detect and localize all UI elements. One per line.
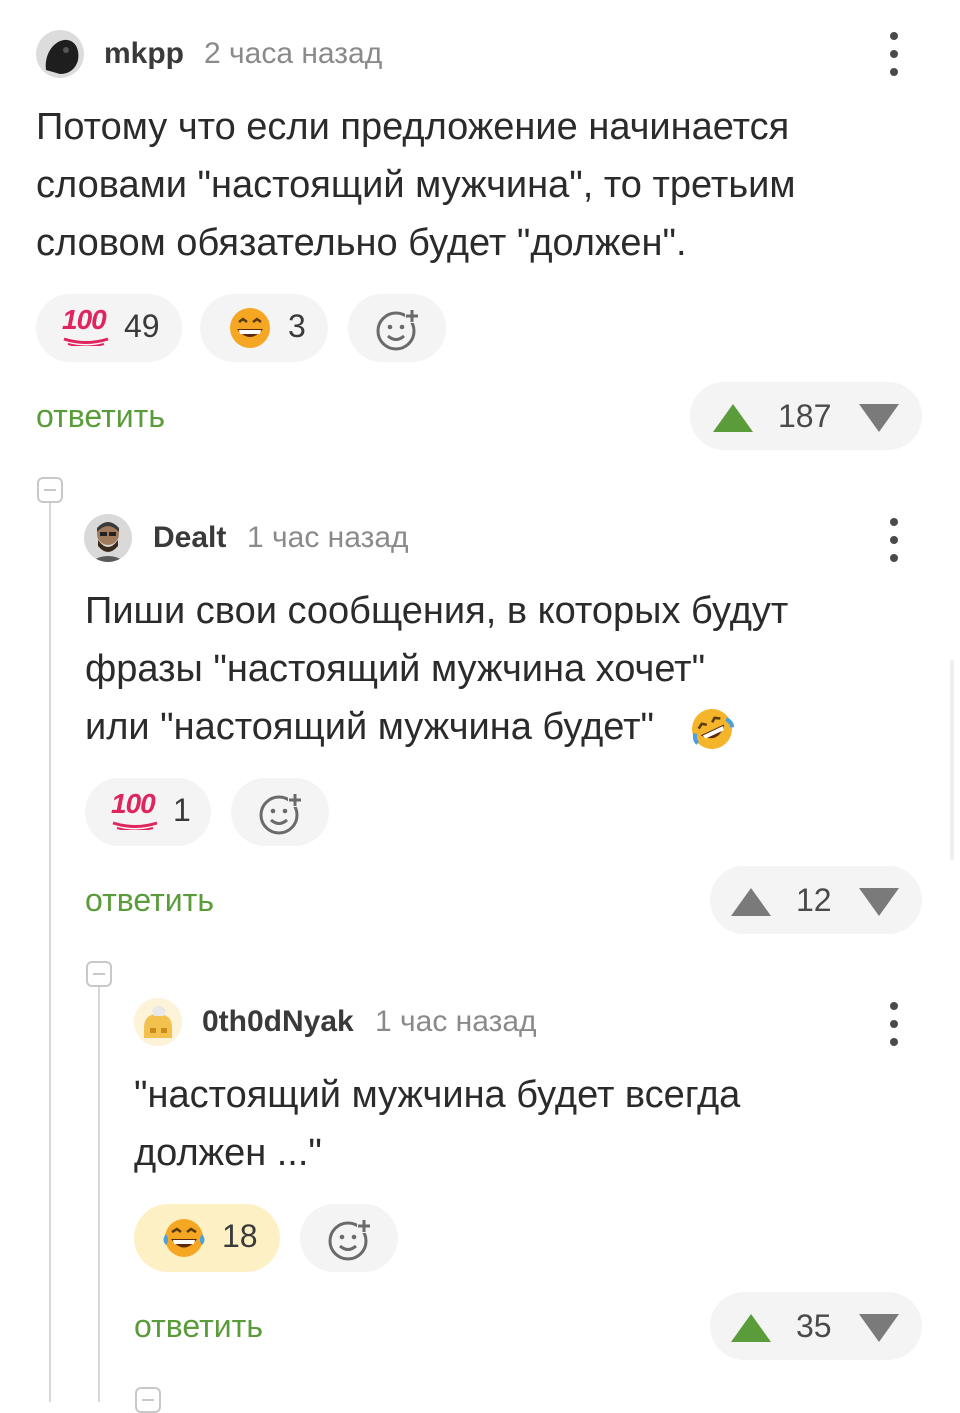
add-reaction-icon (259, 793, 302, 835)
author-name[interactable]: Dealt (153, 520, 226, 556)
more-options-icon[interactable] (882, 1002, 906, 1046)
comment-line-text: или "настоящий мужчина будет" (85, 706, 655, 748)
add-reaction-icon (328, 1219, 371, 1261)
more-options-icon[interactable] (882, 32, 906, 76)
upvote-icon[interactable] (730, 886, 772, 918)
comment-line: Потому что если предложение начинается (36, 106, 790, 148)
reaction-grinning[interactable]: 3 (200, 294, 328, 362)
add-reaction-button[interactable] (348, 294, 446, 362)
reaction-hundred-points[interactable]: 100 1 (85, 778, 211, 846)
reaction-count: 49 (124, 308, 160, 344)
comment-text: "настоящий мужчина будет всегда должен .… (134, 1066, 740, 1182)
reaction-tears-of-joy[interactable]: 18 (134, 1204, 280, 1272)
comment-text: Потому что если предложение начинается с… (36, 98, 795, 272)
rating-value: 187 (778, 398, 832, 434)
comment-text: Пиши свои сообщения, в которых будут фра… (85, 582, 788, 756)
comment-line: или "настоящий мужчина будет" (85, 698, 788, 756)
avatar[interactable] (134, 998, 182, 1046)
timestamp: 2 часа назад (204, 37, 383, 70)
scrollbar[interactable] (950, 660, 954, 860)
comment-line: "настоящий мужчина будет всегда (134, 1074, 741, 1116)
downvote-icon[interactable] (858, 402, 900, 434)
author-name[interactable]: mkpp (104, 36, 184, 72)
collapse-thread-icon[interactable] (135, 1387, 161, 1413)
rating-value: 35 (796, 1308, 832, 1344)
thread-line (49, 502, 51, 1402)
comment-line: должен ..." (134, 1132, 322, 1174)
collapse-thread-icon[interactable] (37, 477, 63, 503)
upvote-icon[interactable] (712, 402, 754, 434)
hundred-points-icon: 100 (111, 788, 156, 819)
hundred-underline (63, 337, 109, 346)
rating-control: 35 (710, 1292, 922, 1360)
upvote-icon[interactable] (730, 1312, 772, 1344)
avatar[interactable] (84, 514, 132, 562)
rating-control: 12 (710, 866, 922, 934)
more-options-icon[interactable] (882, 518, 906, 562)
grinning-face-icon (230, 308, 270, 348)
downvote-icon[interactable] (858, 886, 900, 918)
reply-button[interactable]: ответить (36, 396, 165, 436)
comment-line: словом обязательно будет "должен". (36, 222, 687, 264)
avatar[interactable] (36, 30, 84, 78)
add-reaction-button[interactable] (300, 1204, 398, 1272)
hundred-points-icon: 100 (62, 304, 107, 335)
reaction-count: 3 (288, 308, 306, 344)
reply-button[interactable]: ответить (85, 880, 214, 920)
rolling-on-floor-laughing-icon (692, 709, 735, 749)
add-reaction-button[interactable] (231, 778, 329, 846)
collapse-thread-icon[interactable] (86, 961, 112, 987)
reaction-hundred-points[interactable]: 100 49 (36, 294, 182, 362)
tears-of-joy-icon (163, 1219, 205, 1257)
downvote-icon[interactable] (858, 1312, 900, 1344)
comment-line: фразы "настоящий мужчина хочет" (85, 648, 706, 690)
timestamp: 1 час назад (247, 521, 409, 554)
hundred-underline (112, 821, 158, 830)
thread-line (98, 986, 100, 1402)
reaction-count: 1 (173, 792, 191, 828)
rating-control: 187 (690, 382, 922, 450)
rating-value: 12 (796, 882, 832, 918)
add-reaction-icon (376, 309, 419, 351)
reply-button[interactable]: ответить (134, 1306, 263, 1346)
comment-line: Пиши свои сообщения, в которых будут (85, 590, 789, 632)
comment-line: словами "настоящий мужчина", то третьим (36, 164, 796, 206)
reaction-count: 18 (222, 1218, 258, 1254)
author-name[interactable]: 0th0dNyak (202, 1004, 354, 1040)
timestamp: 1 час назад (375, 1005, 537, 1038)
